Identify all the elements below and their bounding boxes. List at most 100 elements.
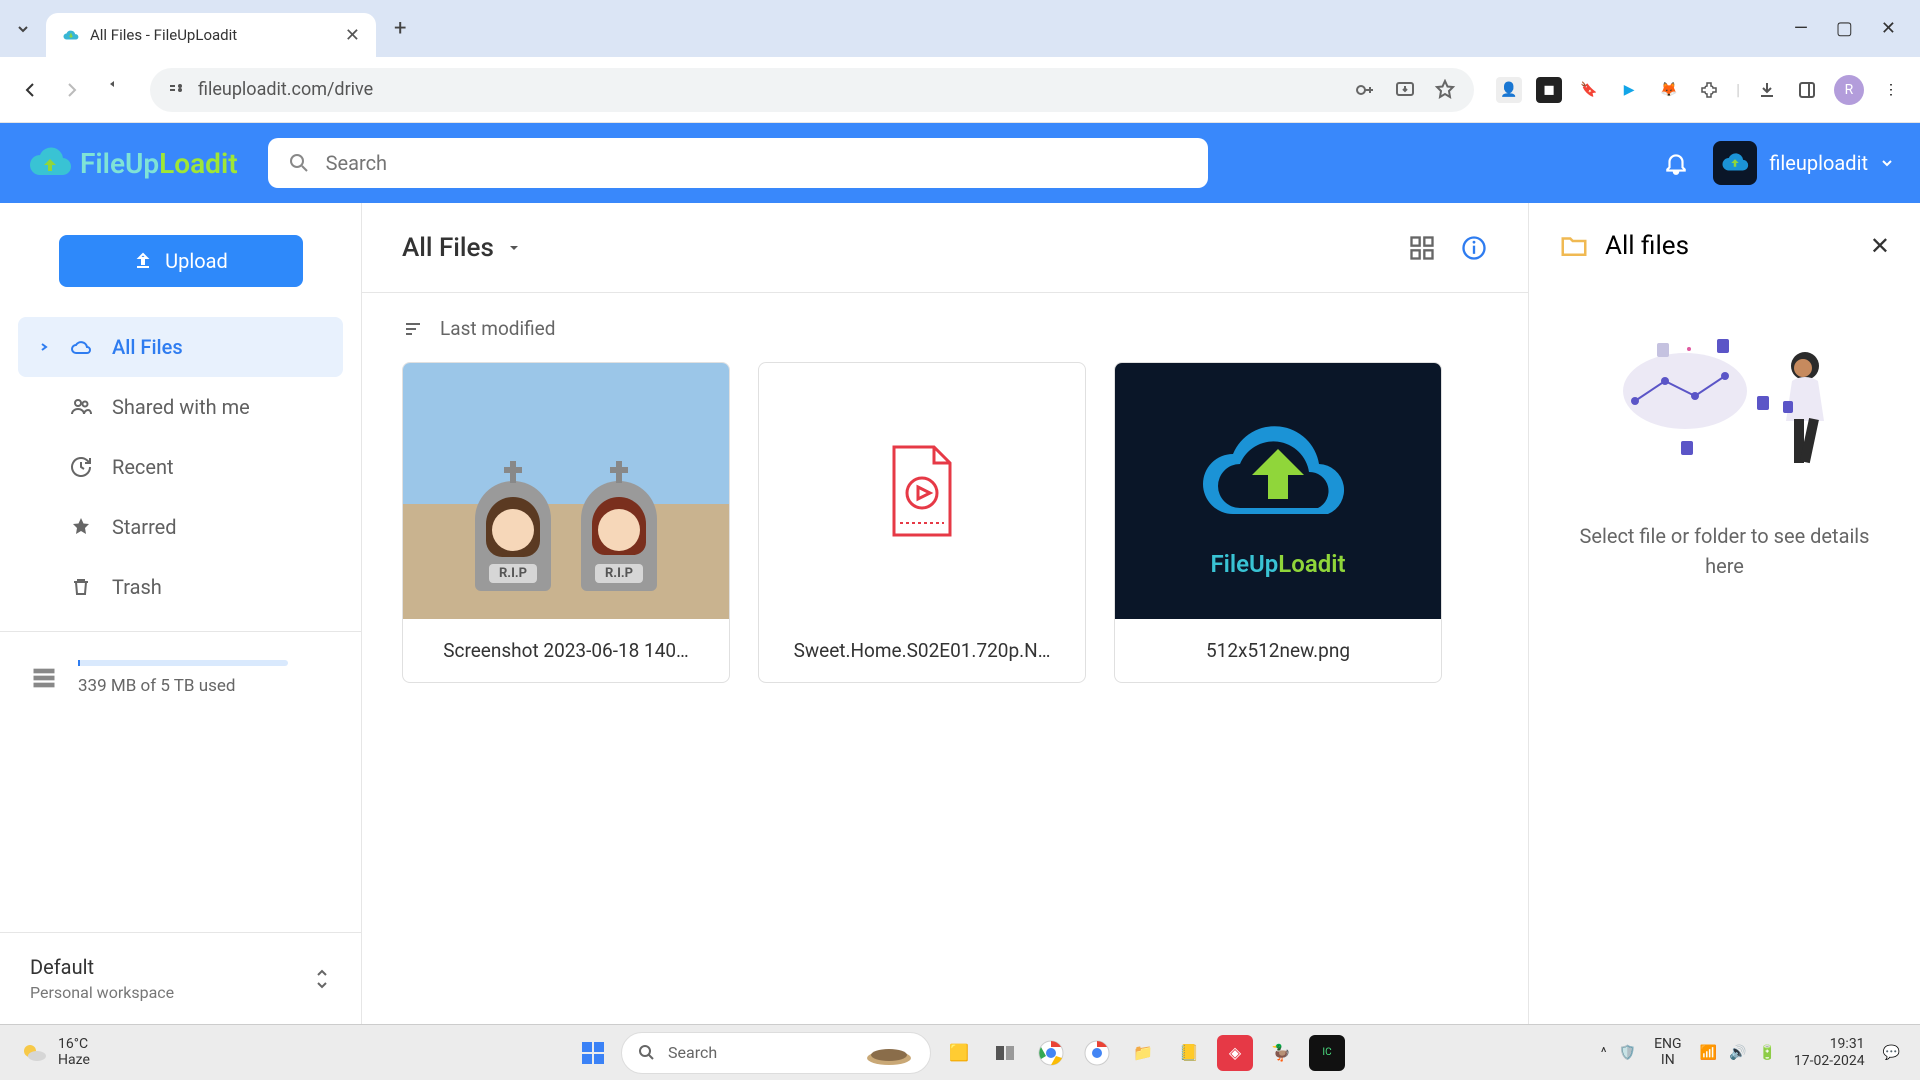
taskbar: 16°C Haze Search 🟨 📁 📒 ◈ 🦆 IC ^ 🛡️ ENGIN… [0, 1024, 1920, 1080]
people-icon [68, 395, 94, 419]
extension-icon[interactable]: 🔖 [1576, 77, 1602, 103]
extension-icon[interactable]: 🦊 [1656, 77, 1682, 103]
extension-icon[interactable]: ▶ [1616, 77, 1642, 103]
language-indicator[interactable]: ENGIN [1654, 1037, 1681, 1068]
details-title: All files [1605, 231, 1854, 261]
maximize-icon[interactable]: ▢ [1836, 18, 1853, 39]
battery-icon[interactable]: 🔋 [1758, 1045, 1775, 1061]
extension-icon[interactable]: 👤 [1496, 77, 1522, 103]
start-button[interactable] [575, 1035, 611, 1071]
details-hint: Select file or folder to see details her… [1559, 521, 1890, 581]
new-tab-button[interactable]: + [394, 16, 406, 41]
downloads-icon[interactable] [1754, 77, 1780, 103]
weather-widget[interactable]: 16°C Haze [20, 1037, 90, 1068]
upload-icon [133, 251, 153, 271]
tray-chevron-icon[interactable]: ^ [1601, 1045, 1607, 1061]
minimize-icon[interactable]: — [1794, 18, 1808, 39]
search-input[interactable] [326, 151, 1188, 175]
cloud-upload-icon [1188, 404, 1368, 544]
tab-search-button[interactable] [10, 16, 36, 42]
workspace-title: Default [30, 955, 174, 979]
file-thumbnail: FileUpLoadit [1115, 363, 1441, 619]
sidebar-item-shared[interactable]: Shared with me [18, 377, 343, 437]
browser-tab[interactable]: All Files - FileUpLoadit ✕ [46, 13, 376, 57]
nav-label: All Files [112, 335, 183, 359]
bookmark-star-icon[interactable] [1434, 79, 1456, 101]
tray-security-icon[interactable]: 🛡️ [1619, 1045, 1636, 1061]
sidebar-item-starred[interactable]: Starred [18, 497, 343, 557]
taskbar-app-icon[interactable]: 🦆 [1263, 1035, 1299, 1071]
details-illustration [1559, 301, 1890, 491]
content-header: All Files [362, 203, 1528, 293]
volume-icon[interactable]: 🔊 [1729, 1045, 1746, 1061]
sidebar-item-trash[interactable]: Trash [18, 557, 343, 617]
sort-row[interactable]: Last modified [362, 293, 1528, 356]
task-view-icon[interactable] [987, 1035, 1023, 1071]
chevron-down-icon [506, 240, 522, 256]
app-logo[interactable]: FileUpLoadit [26, 139, 238, 187]
upload-button[interactable]: Upload [59, 235, 303, 287]
file-grid: R.I.P R.I.P Screenshot 2023-06-18 140… [362, 356, 1528, 689]
file-card[interactable]: FileUpLoadit 512x512new.png [1114, 362, 1442, 683]
file-card[interactable]: R.I.P R.I.P Screenshot 2023-06-18 140… [402, 362, 730, 683]
search-box[interactable] [268, 138, 1208, 188]
clock[interactable]: 19:3117-02-2024 [1794, 1036, 1865, 1070]
address-bar[interactable]: fileuploadit.com/drive [150, 68, 1474, 112]
breadcrumb[interactable]: All Files [402, 233, 522, 263]
app-header: FileUpLoadit fileuploadit [0, 123, 1920, 203]
password-key-icon[interactable] [1354, 79, 1376, 101]
browser-menu-icon[interactable]: ⋮ [1878, 77, 1904, 103]
side-panel-icon[interactable] [1794, 77, 1820, 103]
file-thumbnail: R.I.P R.I.P [403, 363, 729, 619]
storage-icon [30, 664, 58, 692]
tab-close-icon[interactable]: ✕ [345, 25, 360, 46]
nav-label: Trash [112, 575, 162, 599]
content-area: All Files Last modified R.I.P [362, 203, 1920, 1024]
extension-icon[interactable]: ◼ [1536, 77, 1562, 103]
tab-title: All Files - FileUpLoadit [90, 26, 335, 44]
notepad-icon[interactable]: 📒 [1171, 1035, 1207, 1071]
cloud-icon [68, 335, 94, 359]
workspace-switcher[interactable]: Default Personal workspace [0, 932, 361, 1024]
forward-button[interactable] [58, 76, 86, 104]
logo-text: FileUpLoadit [80, 147, 238, 180]
taskbar-app-icon[interactable]: 🟨 [941, 1035, 977, 1071]
extensions-row: 👤 ◼ 🔖 ▶ 🦊 | R ⋮ [1496, 75, 1904, 105]
profile-avatar[interactable]: R [1834, 75, 1864, 105]
close-window-icon[interactable]: ✕ [1881, 18, 1896, 39]
taskbar-search[interactable]: Search [621, 1032, 931, 1074]
video-file-icon [882, 443, 962, 539]
sort-label: Last modified [440, 317, 555, 340]
sidebar-item-recent[interactable]: Recent [18, 437, 343, 497]
notifications-icon[interactable] [1663, 150, 1689, 176]
taskbar-app-icon[interactable]: IC [1309, 1035, 1345, 1071]
tab-favicon-icon [62, 26, 80, 44]
wifi-icon[interactable]: 📶 [1700, 1045, 1717, 1061]
history-icon [68, 455, 94, 479]
grid-view-icon[interactable] [1408, 234, 1436, 262]
taskbar-app-icon[interactable]: ◈ [1217, 1035, 1253, 1071]
upload-label: Upload [165, 249, 228, 273]
user-menu[interactable]: fileuploadit [1713, 141, 1894, 185]
install-app-icon[interactable] [1394, 79, 1416, 101]
taskbar-search-placeholder: Search [668, 1043, 717, 1062]
breadcrumb-label: All Files [402, 233, 494, 263]
site-settings-icon[interactable] [168, 81, 186, 99]
close-panel-icon[interactable]: ✕ [1870, 232, 1890, 260]
back-button[interactable] [16, 76, 44, 104]
storage-indicator[interactable]: 339 MB of 5 TB used [0, 631, 361, 724]
chrome-icon[interactable] [1033, 1035, 1069, 1071]
info-icon[interactable] [1460, 234, 1488, 262]
explorer-icon[interactable]: 📁 [1125, 1035, 1161, 1071]
chevron-down-icon [1880, 156, 1894, 170]
sidebar-item-all-files[interactable]: All Files [18, 317, 343, 377]
file-thumbnail [759, 363, 1085, 619]
folder-icon [1559, 231, 1589, 261]
reload-button[interactable] [100, 76, 128, 104]
file-card[interactable]: Sweet.Home.S02E01.720p.N… [758, 362, 1086, 683]
browser-tab-strip: All Files - FileUpLoadit ✕ + — ▢ ✕ [0, 0, 1920, 57]
chrome-icon[interactable] [1079, 1035, 1115, 1071]
user-name: fileuploadit [1769, 151, 1868, 175]
notification-center-icon[interactable]: 💬 [1883, 1045, 1900, 1061]
extensions-menu-icon[interactable] [1696, 77, 1722, 103]
